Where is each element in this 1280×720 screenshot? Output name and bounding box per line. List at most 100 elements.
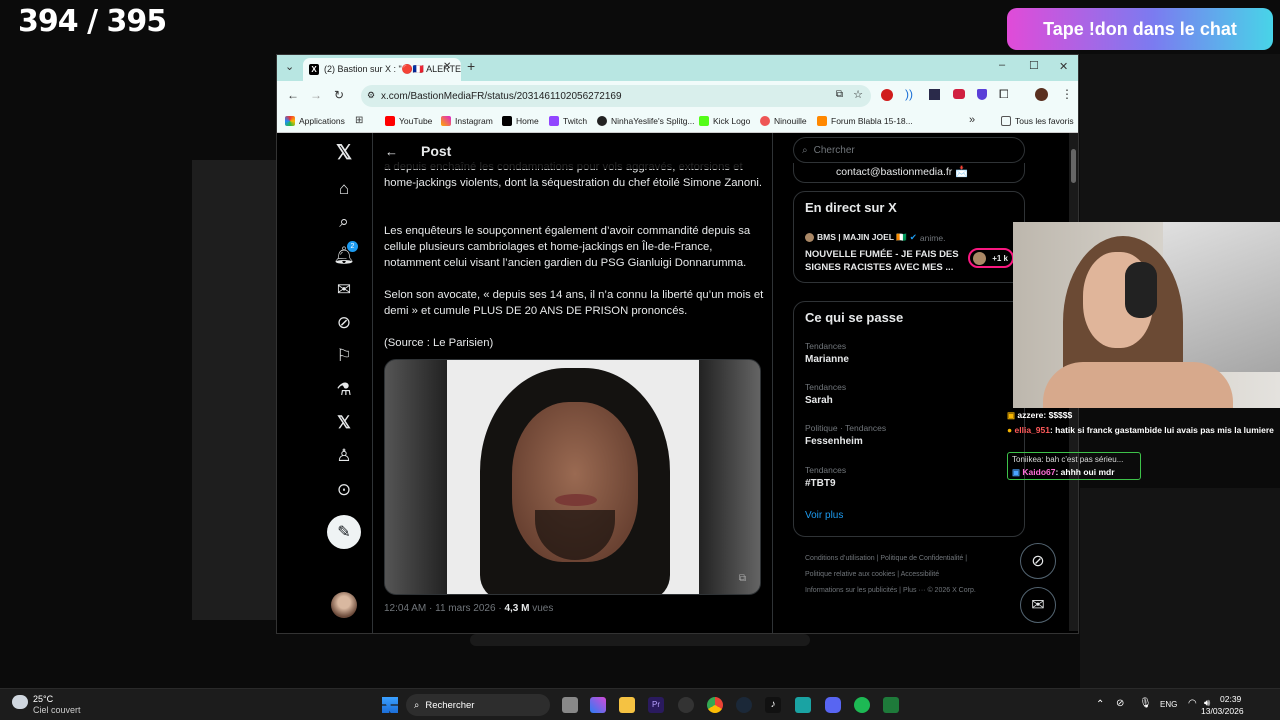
bookmark-home[interactable]: Home (502, 116, 539, 126)
grid-icon[interactable]: ⊞ (355, 115, 363, 126)
bookmark-instagram[interactable]: Instagram (441, 116, 493, 126)
tray-mic-icon[interactable]: 🎙︎ (1139, 698, 1152, 709)
clock-time[interactable]: 02:39 (1220, 694, 1241, 704)
file-explorer-icon[interactable] (619, 697, 635, 713)
back-arrow-icon[interactable]: ← (385, 144, 398, 159)
copilot-icon[interactable] (590, 697, 606, 713)
background-panel-right (1080, 54, 1280, 222)
bookmark-star-icon[interactable]: ☆ (853, 88, 863, 101)
trend-item[interactable]: Politique · Tendances Fessenheim (805, 423, 886, 447)
search-input[interactable]: ⌕ Chercher (793, 137, 1025, 163)
tray-network-off-icon[interactable]: ⊘ (1116, 698, 1124, 709)
bookmark-ninouille[interactable]: Ninouille (760, 116, 807, 126)
footer-link[interactable]: Politique de Confidentialité (880, 555, 963, 562)
webcam-shoulders (1043, 362, 1233, 408)
bookmark-applications[interactable]: Applications (285, 116, 345, 126)
trend-item[interactable]: Tendances #TBT9 (805, 465, 846, 489)
spotify-icon[interactable] (854, 697, 870, 713)
scrollbar-thumb[interactable] (1071, 149, 1076, 183)
grok-icon[interactable]: ⊘ (333, 312, 355, 334)
jobs-icon[interactable]: ⚗ (333, 379, 355, 401)
discord-icon[interactable] (825, 697, 841, 713)
verified-icon: ✔ (909, 232, 917, 242)
task-view-icon[interactable] (562, 697, 578, 713)
bookmark-twitch[interactable]: Twitch (549, 116, 587, 126)
account-avatar[interactable] (331, 592, 357, 618)
footer-link[interactable]: Informations sur les publicités (805, 587, 897, 594)
install-icon[interactable]: ⧉ (836, 89, 843, 100)
premiere-icon[interactable]: Pr (648, 697, 664, 713)
footer-link[interactable]: Plus ··· (903, 587, 926, 594)
extension-shield-icon[interactable] (977, 89, 987, 100)
search-icon[interactable]: ⌕ (333, 211, 355, 233)
bookmark-youtube[interactable]: YouTube (385, 116, 432, 126)
premium-x-icon[interactable]: 𝕏 (333, 412, 355, 434)
live-host-row[interactable]: BMS | MAJIN JOEL 🇨🇮 ✔ anime. (805, 232, 945, 243)
live-viewers-pill[interactable]: +1 k (968, 248, 1014, 268)
live-stream-title[interactable]: NOUVELLE FUMÉE - JE FAIS DES SIGNES RACI… (805, 248, 965, 274)
steam-icon[interactable] (736, 697, 752, 713)
windows-start-icon[interactable] (382, 697, 398, 713)
bookmark-splitgate[interactable]: NinhaYeslife's Splitg... (597, 116, 695, 126)
post-compose-button[interactable]: ✎ (327, 515, 361, 549)
chrome-icon[interactable] (707, 697, 723, 713)
footer-link[interactable]: Accessibilité (901, 571, 940, 578)
x-logo-icon[interactable]: 𝕏 (333, 141, 355, 164)
post-image[interactable]: ⧉ (384, 359, 761, 595)
obs-icon[interactable] (678, 697, 694, 713)
extension-badge-icon[interactable] (953, 89, 965, 99)
extension-dark-icon[interactable] (929, 89, 940, 100)
new-tab-icon[interactable]: + (467, 58, 475, 74)
grok-float-button[interactable]: ⊘ (1020, 543, 1056, 579)
chat-text: : $$$$$ (1043, 410, 1073, 420)
trend-context: Tendances (805, 465, 847, 475)
kpp-icon[interactable] (883, 697, 899, 713)
app-s-icon[interactable] (795, 697, 811, 713)
close-window-icon[interactable]: ✕ (1059, 60, 1068, 73)
contact-email[interactable]: contact@bastionmedia.fr 📩 (836, 165, 968, 178)
tab-search-icon[interactable]: ⌄ (285, 60, 294, 73)
tiktok-icon[interactable]: ♪ (765, 697, 781, 713)
more-icon[interactable]: ⊙ (333, 479, 355, 501)
language-indicator[interactable]: ENG (1160, 700, 1177, 709)
tray-chevron-icon[interactable]: ⌃ (1096, 699, 1104, 710)
messages-icon[interactable]: ✉ (333, 279, 355, 301)
tab-close-icon[interactable]: ✕ (443, 61, 451, 72)
extensions-puzzle-icon[interactable]: ⧠ (999, 87, 1009, 102)
profile-avatar-icon[interactable] (1035, 88, 1048, 101)
bookmark-kick[interactable]: Kick Logo (699, 116, 750, 126)
trend-item[interactable]: Tendances Sarah (805, 382, 846, 406)
trend-item[interactable]: Tendances Marianne (805, 341, 849, 365)
footer-link[interactable]: Conditions d’utilisation (805, 555, 875, 562)
home-icon[interactable]: ⌂ (333, 178, 355, 200)
browser-tab[interactable]: X (2) Bastion sur X : "🔴🇫🇷 ALERTE (303, 58, 461, 81)
footer-links: Conditions d’utilisation | Politique de … (805, 555, 976, 594)
minimize-icon[interactable]: – (999, 59, 1005, 71)
back-icon[interactable]: ← (287, 88, 299, 102)
image-expand-icon[interactable]: ⧉ (739, 573, 746, 584)
maximize-icon[interactable]: ☐ (1029, 59, 1039, 72)
tab-bar: ⌄ X (2) Bastion sur X : "🔴🇫🇷 ALERTE ✕ + … (277, 55, 1078, 81)
address-bar[interactable]: ⚙ x.com/BastionMediaFR/status/2031461102… (361, 85, 871, 107)
profile-icon[interactable]: ♙ (333, 445, 355, 467)
post-column: ← Post a depuis enchaîné les condamnatio… (373, 133, 773, 633)
reload-icon[interactable]: ↻ (334, 88, 344, 102)
extension-red-icon[interactable] (881, 89, 893, 101)
more-bookmarks-icon[interactable]: » (969, 114, 975, 126)
footer-link[interactable]: Politique relative aux cookies (805, 571, 895, 578)
notifications-bell-icon[interactable]: 🔔︎ 2 (333, 241, 358, 267)
forward-icon[interactable]: → (310, 88, 322, 102)
taskbar-search[interactable]: ⌕ Rechercher (406, 694, 550, 716)
url-text: x.com/BastionMediaFR/status/203146110205… (381, 90, 622, 102)
messages-float-button[interactable]: ✉ (1020, 587, 1056, 623)
bookmark-all-favorites[interactable]: Tous les favoris (1001, 116, 1074, 126)
extension-audio-icon[interactable]: )) (905, 87, 913, 101)
bookmark-forum[interactable]: Forum Blabla 15-18... (817, 116, 913, 126)
site-info-icon[interactable]: ⚙ (367, 90, 375, 101)
weather-widget[interactable]: 25°C Ciel couvert (12, 693, 102, 717)
bookmarks-icon[interactable]: ⚐ (333, 345, 355, 367)
wifi-icon[interactable]: ◠ (1188, 698, 1197, 709)
browser-menu-icon[interactable]: ⋮ (1061, 87, 1073, 101)
clock-date[interactable]: 13/03/2026 (1201, 706, 1244, 716)
see-more-link[interactable]: Voir plus (805, 510, 843, 521)
